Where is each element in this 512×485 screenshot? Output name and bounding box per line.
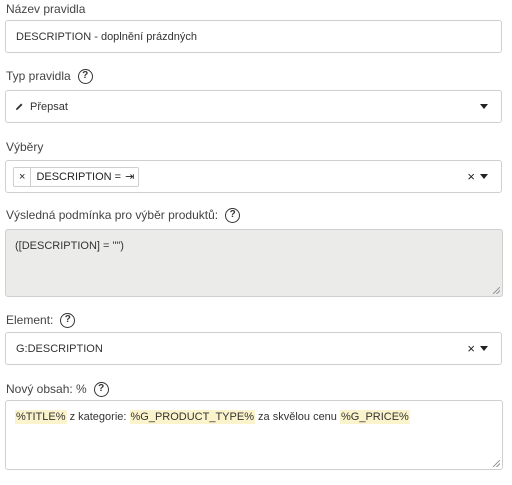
pencil-icon <box>15 102 24 111</box>
token-price: %G_PRICE% <box>339 410 410 424</box>
element-value: G:DESCRIPTION <box>16 342 103 355</box>
new-content-textarea[interactable]: %TITLE% z kategorie: %G_PRODUCT_TYPE% za… <box>5 400 503 470</box>
rule-name-value: DESCRIPTION - doplnění prázdných <box>16 30 197 43</box>
selections-label: Výběry <box>6 140 44 154</box>
chip-remove-icon[interactable]: × <box>14 167 32 186</box>
insert-icon: ⇥ <box>125 171 135 183</box>
chevron-down-icon[interactable] <box>480 103 488 109</box>
rule-type-help-icon[interactable]: ? <box>77 68 93 84</box>
element-label: Element: ? <box>6 312 76 328</box>
token-product-type: %G_PRODUCT_TYPE% <box>129 410 255 424</box>
content-text: z kategorie: <box>66 411 130 423</box>
chevron-down-icon[interactable] <box>480 173 488 179</box>
chip-label: DESCRIPTION = <box>36 170 122 183</box>
condition-help-icon[interactable]: ? <box>225 207 241 223</box>
rule-type-value: Přepsat <box>30 100 68 113</box>
element-select[interactable]: G:DESCRIPTION × <box>5 332 502 365</box>
selection-chip[interactable]: × DESCRIPTION = ⇥ <box>13 166 140 187</box>
rule-name-input[interactable]: DESCRIPTION - doplnění prázdných <box>5 20 502 53</box>
resize-handle-icon[interactable] <box>493 287 500 294</box>
resize-handle-icon[interactable] <box>493 460 500 467</box>
element-help-icon[interactable]: ? <box>60 312 76 328</box>
clear-selections-icon[interactable]: × <box>467 169 475 184</box>
rule-type-label: Typ pravidla ? <box>6 68 93 84</box>
content-text: za skvělou cenu <box>254 411 340 423</box>
condition-value: ([DESCRIPTION] = "") <box>15 240 124 252</box>
selections-multiselect[interactable]: × DESCRIPTION = ⇥ × <box>5 160 502 193</box>
rule-name-label: Název pravidla <box>6 2 86 16</box>
new-content-label: Nový obsah: % ? <box>6 381 109 397</box>
clear-element-icon[interactable]: × <box>467 341 475 356</box>
rule-type-select[interactable]: Přepsat <box>5 90 502 123</box>
new-content-help-icon[interactable]: ? <box>93 381 109 397</box>
condition-textarea: ([DESCRIPTION] = "") <box>5 229 503 297</box>
chevron-down-icon[interactable] <box>480 345 488 351</box>
condition-label: Výsledná podmínka pro výběr produktů: ? <box>6 207 241 223</box>
token-title: %TITLE% <box>15 410 67 424</box>
